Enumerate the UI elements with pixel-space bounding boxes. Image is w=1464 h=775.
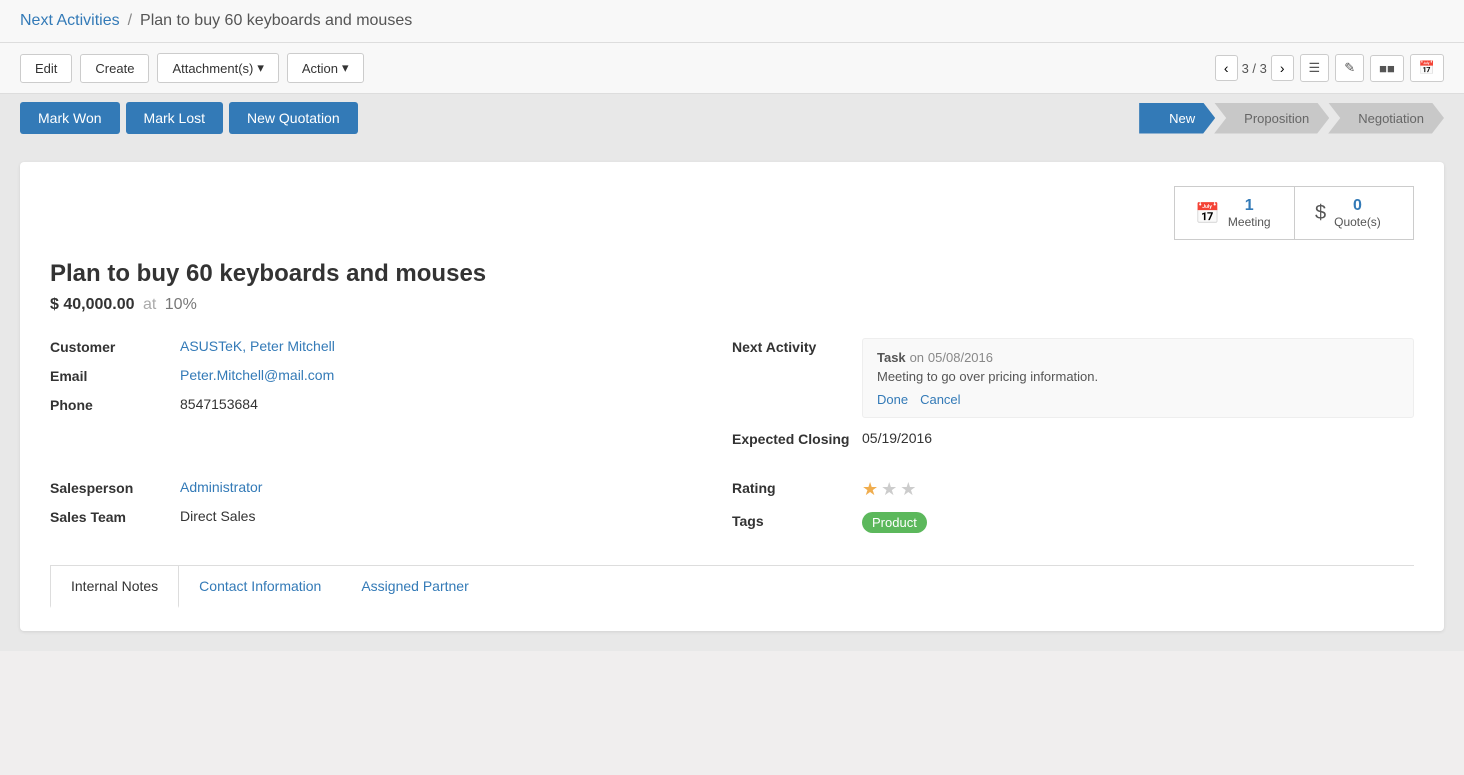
page-nav: ‹ 3 / 3 › xyxy=(1215,55,1294,81)
at-text: at xyxy=(143,296,156,313)
next-activity-task-info: Task on 05/08/2016 xyxy=(877,349,1399,365)
attachments-label: Attachment(s) xyxy=(172,61,253,76)
next-activity-block: Task on 05/08/2016 Meeting to go over pr… xyxy=(862,338,1414,418)
field-row-customer: Customer ASUSTeK, Peter Mitchell xyxy=(50,338,702,355)
field-label: Phone xyxy=(50,396,180,413)
cancel-link[interactable]: Cancel xyxy=(920,392,960,407)
right-fields-section: Next Activity Task on 05/08/2016 Meeting… xyxy=(732,338,1414,459)
meeting-icon: 📅 xyxy=(1195,201,1220,226)
rating-row: Rating ★★★ xyxy=(732,479,1414,500)
meeting-count: 1 xyxy=(1228,197,1271,215)
action-button[interactable]: Action ▾ xyxy=(287,53,364,83)
quotes-label: Quote(s) xyxy=(1334,215,1381,229)
breadcrumb-separator: / xyxy=(128,12,132,30)
amount-value: $ 40,000.00 xyxy=(50,296,135,313)
bottom-fields-grid: Salesperson Administrator Sales Team Dir… xyxy=(50,479,1414,545)
tab-contact-information[interactable]: Contact Information xyxy=(179,566,341,608)
attachments-button[interactable]: Attachment(s) ▾ xyxy=(157,53,278,83)
stage-proposition[interactable]: Proposition xyxy=(1214,103,1329,134)
next-activity-desc: Meeting to go over pricing information. xyxy=(877,369,1399,384)
breadcrumb-current: Plan to buy 60 keyboards and mouses xyxy=(140,12,412,30)
edit-view-button[interactable]: ✎ xyxy=(1335,54,1364,82)
meeting-label: Meeting xyxy=(1228,215,1271,229)
record-card: 📅 1 Meeting $ 0 Quote(s) Plan to buy 60 … xyxy=(20,162,1444,631)
next-activity-on: on xyxy=(910,350,924,365)
smart-btn-meeting[interactable]: 📅 1 Meeting xyxy=(1174,186,1294,240)
field-row-phone: Phone 8547153684 xyxy=(50,396,702,413)
mark-lost-button[interactable]: Mark Lost xyxy=(126,102,223,134)
field-label: Email xyxy=(50,367,180,384)
action-label: Action xyxy=(302,61,338,76)
next-activity-label: Next Activity xyxy=(732,338,862,355)
tabs-bar: Internal NotesContact InformationAssigne… xyxy=(50,565,1414,607)
field-row-salesperson: Salesperson Administrator xyxy=(50,479,702,496)
rating-label: Rating xyxy=(732,479,862,496)
star-1[interactable]: ★ xyxy=(862,479,878,500)
new-quotation-button[interactable]: New Quotation xyxy=(229,102,358,134)
record-amount: $ 40,000.00 at 10% xyxy=(50,296,1414,314)
star-2[interactable]: ★ xyxy=(881,479,897,500)
next-activity-row: Next Activity Task on 05/08/2016 Meeting… xyxy=(732,338,1414,418)
tag-badge[interactable]: Product xyxy=(862,512,927,533)
create-button[interactable]: Create xyxy=(80,54,149,83)
star-3[interactable]: ★ xyxy=(900,479,916,500)
rating-stars[interactable]: ★★★ xyxy=(862,479,916,500)
expected-closing-row: Expected Closing 05/19/2016 xyxy=(732,430,1414,447)
attachments-dropdown-icon: ▾ xyxy=(257,60,264,76)
next-activity-task: Task xyxy=(877,350,906,365)
bottom-left-section: Salesperson Administrator Sales Team Dir… xyxy=(50,479,732,545)
field-value[interactable]: Peter.Mitchell@mail.com xyxy=(180,367,334,383)
done-link[interactable]: Done xyxy=(877,392,908,407)
field-value[interactable]: ASUSTeK, Peter Mitchell xyxy=(180,338,335,354)
kanban-view-button[interactable]: ■■ xyxy=(1370,55,1404,82)
quotes-icon: $ xyxy=(1315,202,1326,225)
field-label: Salesperson xyxy=(50,479,180,496)
tags-label: Tags xyxy=(732,512,862,529)
quotes-count: 0 xyxy=(1334,197,1381,215)
mark-won-button[interactable]: Mark Won xyxy=(20,102,120,134)
next-activity-actions: Done Cancel xyxy=(877,392,1399,407)
field-value: 8547153684 xyxy=(180,396,258,412)
edit-button[interactable]: Edit xyxy=(20,54,72,83)
bottom-right-section: Rating ★★★ Tags Product xyxy=(732,479,1414,545)
left-fields-section: Customer ASUSTeK, Peter Mitchell Email P… xyxy=(50,338,732,459)
list-view-button[interactable]: ☰ xyxy=(1300,54,1330,82)
field-label: Customer xyxy=(50,338,180,355)
tab-internal-notes[interactable]: Internal Notes xyxy=(50,565,179,608)
page-indicator: 3 / 3 xyxy=(1242,61,1267,76)
toolbar-right: ‹ 3 / 3 › ☰ ✎ ■■ 📅 xyxy=(1215,54,1444,82)
field-row-sales-team: Sales Team Direct Sales xyxy=(50,508,702,525)
breadcrumb-link[interactable]: Next Activities xyxy=(20,12,120,30)
tab-assigned-partner[interactable]: Assigned Partner xyxy=(341,566,488,608)
status-bar: Mark Won Mark Lost New Quotation NewProp… xyxy=(0,94,1464,142)
breadcrumb-bar: Next Activities / Plan to buy 60 keyboar… xyxy=(0,0,1464,43)
tags-row: Tags Product xyxy=(732,512,1414,533)
expected-closing-value: 05/19/2016 xyxy=(862,430,932,446)
calendar-view-button[interactable]: 📅 xyxy=(1410,54,1444,82)
stage-new[interactable]: New xyxy=(1139,103,1215,134)
field-value: Direct Sales xyxy=(180,508,255,524)
record-title: Plan to buy 60 keyboards and mouses xyxy=(50,260,1414,288)
expected-closing-label: Expected Closing xyxy=(732,430,862,447)
prev-button[interactable]: ‹ xyxy=(1215,55,1238,81)
next-button[interactable]: › xyxy=(1271,55,1294,81)
pipeline: NewPropositionNegotiation xyxy=(1140,103,1444,134)
percent-value: 10% xyxy=(165,296,197,313)
field-value[interactable]: Administrator xyxy=(180,479,262,495)
smart-buttons: 📅 1 Meeting $ 0 Quote(s) xyxy=(50,186,1414,240)
next-activity-date: 05/08/2016 xyxy=(928,350,993,365)
toolbar: Edit Create Attachment(s) ▾ Action ▾ ‹ 3… xyxy=(0,43,1464,94)
field-row-email: Email Peter.Mitchell@mail.com xyxy=(50,367,702,384)
fields-grid: Customer ASUSTeK, Peter Mitchell Email P… xyxy=(50,338,1414,459)
field-label: Sales Team xyxy=(50,508,180,525)
action-dropdown-icon: ▾ xyxy=(342,60,349,76)
smart-btn-quotes[interactable]: $ 0 Quote(s) xyxy=(1294,186,1414,240)
main-wrapper: 📅 1 Meeting $ 0 Quote(s) Plan to buy 60 … xyxy=(0,142,1464,651)
stage-negotiation[interactable]: Negotiation xyxy=(1328,103,1444,134)
